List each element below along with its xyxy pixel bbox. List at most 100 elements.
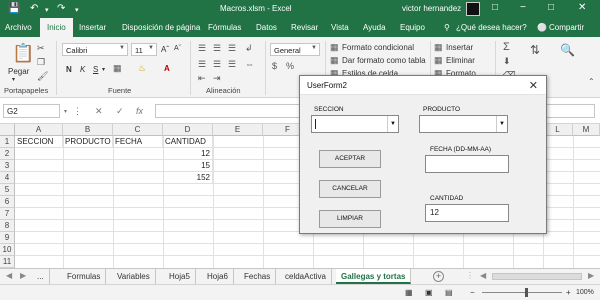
seccion-combobox[interactable]: ▼ bbox=[311, 115, 399, 133]
underline-dropdown-icon[interactable]: ▾ bbox=[102, 66, 105, 73]
align-bottom-icon[interactable]: ☰ bbox=[228, 43, 236, 54]
row-header[interactable]: 8 bbox=[0, 220, 15, 232]
chevron-down-icon[interactable]: ▼ bbox=[387, 116, 398, 132]
row-header[interactable]: 7 bbox=[0, 208, 15, 220]
collapse-ribbon-icon[interactable]: ⌃ bbox=[588, 77, 595, 86]
sheet-tab-more[interactable]: ... bbox=[32, 269, 50, 284]
autosum-icon[interactable]: Σ bbox=[503, 41, 510, 53]
wrap-text-icon[interactable]: ↲ bbox=[245, 43, 253, 54]
column-header[interactable]: A bbox=[15, 124, 63, 136]
next-sheet-icon[interactable]: ▶ bbox=[20, 271, 26, 280]
zoom-slider[interactable] bbox=[482, 292, 562, 293]
column-header[interactable]: D bbox=[163, 124, 213, 136]
format-painter-icon[interactable]: 🖌 bbox=[37, 71, 48, 82]
column-header[interactable]: M bbox=[573, 124, 600, 136]
align-left-icon[interactable]: ☰ bbox=[198, 59, 206, 70]
page-layout-icon[interactable]: ▣ bbox=[425, 288, 433, 297]
limpiar-button[interactable]: LIMPIAR bbox=[319, 210, 381, 228]
sheet-tab-formulas[interactable]: Formulas bbox=[62, 269, 107, 284]
user-name[interactable]: victor hernandez bbox=[402, 4, 461, 13]
paste-button[interactable]: Pegar bbox=[8, 67, 29, 76]
column-header[interactable]: E bbox=[213, 124, 263, 136]
prev-sheet-icon[interactable]: ◀ bbox=[6, 271, 12, 280]
increase-indent-icon[interactable]: ⇥ bbox=[213, 73, 221, 84]
name-box[interactable]: G2 bbox=[3, 104, 60, 118]
currency-icon[interactable]: $ bbox=[272, 61, 277, 71]
conditional-format-icon[interactable]: ▦ bbox=[330, 42, 339, 53]
sheet-tab-hoja6[interactable]: Hoja6 bbox=[202, 269, 234, 284]
producto-combobox[interactable]: ▼ bbox=[419, 115, 508, 133]
align-center-icon[interactable]: ☰ bbox=[213, 59, 221, 70]
insert-function-icon[interactable]: fx bbox=[136, 106, 143, 116]
avatar[interactable] bbox=[466, 2, 480, 16]
zoom-slider-thumb[interactable] bbox=[525, 288, 528, 297]
font-name-select[interactable]: Calibri ▼ bbox=[62, 43, 128, 56]
row-header[interactable]: 4 bbox=[0, 172, 15, 184]
enter-icon[interactable]: ✓ bbox=[116, 106, 124, 117]
sheet-tab-fechas[interactable]: Fechas bbox=[239, 269, 277, 284]
scroll-right-icon[interactable]: ▶ bbox=[588, 271, 594, 280]
italic-button[interactable]: K bbox=[80, 65, 85, 74]
row-header[interactable]: 10 bbox=[0, 244, 15, 256]
tab-equipo[interactable]: Equipo bbox=[400, 23, 425, 32]
add-sheet-icon[interactable]: + bbox=[433, 271, 444, 282]
underline-button[interactable]: S bbox=[93, 65, 98, 74]
aceptar-button[interactable]: ACEPTAR bbox=[319, 150, 381, 168]
tab-archivo[interactable]: Archivo bbox=[5, 23, 32, 32]
align-right-icon[interactable]: ☰ bbox=[228, 59, 236, 70]
page-break-icon[interactable]: ▤ bbox=[445, 288, 453, 297]
sort-filter-icon[interactable]: ⇅ bbox=[530, 43, 540, 57]
share-button[interactable]: Compartir bbox=[549, 23, 584, 32]
row-header[interactable]: 1 bbox=[0, 136, 15, 148]
zoom-in-button[interactable]: + bbox=[566, 288, 571, 297]
fecha-field[interactable] bbox=[425, 155, 509, 173]
fill-icon[interactable]: ⬇ bbox=[503, 56, 511, 67]
font-size-select[interactable]: 11 ▼ bbox=[131, 43, 157, 56]
sheet-tab-variables[interactable]: Variables bbox=[112, 269, 156, 284]
save-icon[interactable]: 💾 bbox=[8, 3, 20, 15]
zoom-out-button[interactable]: − bbox=[470, 288, 475, 297]
align-top-icon[interactable]: ☰ bbox=[198, 43, 206, 54]
redo-icon[interactable]: ↷ bbox=[57, 3, 65, 15]
table-format-icon[interactable]: ▦ bbox=[330, 55, 339, 66]
merge-cells-icon[interactable]: ⇔ bbox=[245, 59, 254, 69]
fill-color-icon[interactable]: ♨ bbox=[138, 63, 146, 74]
normal-view-icon[interactable]: ▦ bbox=[405, 288, 413, 297]
userform-title-bar[interactable]: UserForm2 ✕ bbox=[300, 76, 546, 95]
insert-cells-button[interactable]: Insertar bbox=[446, 43, 473, 52]
percent-icon[interactable]: % bbox=[286, 61, 294, 71]
row-header[interactable]: 5 bbox=[0, 184, 15, 196]
bold-button[interactable]: N bbox=[66, 65, 72, 74]
row-header[interactable]: 11 bbox=[0, 256, 15, 268]
tab-revisar[interactable]: Revisar bbox=[291, 23, 318, 32]
row-header[interactable]: 6 bbox=[0, 196, 15, 208]
tab-vista[interactable]: Vista bbox=[331, 23, 349, 32]
sheet-tab-hoja5[interactable]: Hoja5 bbox=[164, 269, 196, 284]
tab-splitter-icon[interactable]: ⋮ bbox=[466, 271, 474, 280]
paste-dropdown-icon[interactable]: ▾ bbox=[12, 76, 15, 83]
conditional-format-button[interactable]: Formato condicional bbox=[342, 43, 414, 52]
customize-toolbar-icon[interactable]: ▾ bbox=[75, 5, 79, 17]
tab-formulas[interactable]: Fórmulas bbox=[208, 23, 241, 32]
name-box-dropdown-icon[interactable]: ▾ bbox=[64, 108, 67, 115]
close-icon[interactable]: ✕ bbox=[578, 2, 586, 13]
cut-icon[interactable]: ✂ bbox=[37, 43, 45, 54]
row-header[interactable]: 3 bbox=[0, 160, 15, 172]
find-select-icon[interactable]: 🔍 bbox=[560, 43, 575, 57]
font-color-icon[interactable]: A bbox=[164, 64, 170, 73]
minimize-icon[interactable]: − bbox=[520, 2, 526, 13]
column-header[interactable]: L bbox=[543, 124, 573, 136]
table-format-button[interactable]: Dar formato como tabla bbox=[342, 56, 426, 65]
maximize-icon[interactable]: □ bbox=[548, 2, 554, 13]
row-header[interactable]: 2 bbox=[0, 148, 15, 160]
sheet-tab-celdaactiva[interactable]: celdaActiva bbox=[280, 269, 332, 284]
paste-icon[interactable]: 📋 bbox=[12, 43, 34, 64]
copy-icon[interactable]: ❐ bbox=[37, 57, 45, 68]
tab-inicio[interactable]: Inicio bbox=[40, 18, 73, 37]
row-header[interactable]: 9 bbox=[0, 232, 15, 244]
column-header[interactable]: C bbox=[113, 124, 163, 136]
insert-cells-icon[interactable]: ▦ bbox=[434, 42, 443, 53]
horizontal-scrollbar[interactable] bbox=[492, 273, 582, 280]
scroll-left-icon[interactable]: ◀ bbox=[480, 271, 486, 280]
decrease-indent-icon[interactable]: ⇤ bbox=[198, 73, 206, 84]
